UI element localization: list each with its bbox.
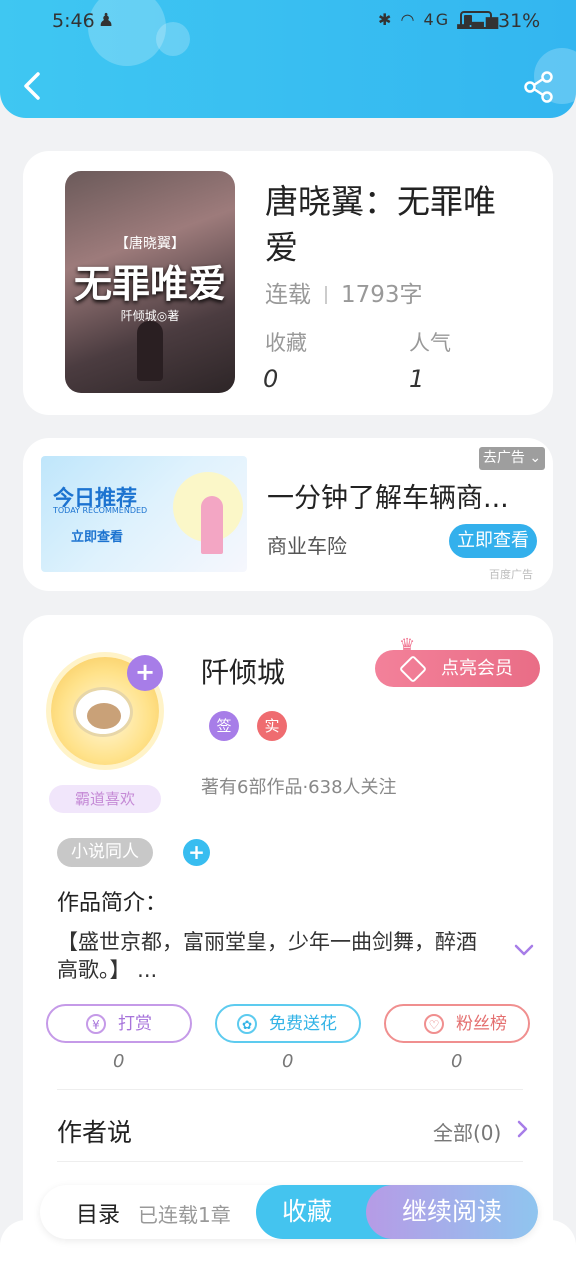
fan-count: 0 [451, 1051, 463, 1072]
vip-button[interactable]: 点亮会员 [375, 650, 540, 687]
author-name[interactable]: 阡倾城 [201, 651, 285, 691]
divider [57, 1089, 523, 1090]
book-title: 唐晓翼：无罪唯爱 [265, 182, 496, 267]
verified-badge: 实 [257, 711, 287, 741]
ad-card[interactable]: 今日推荐 TODAY RECOMMENDED 立即查看 一分钟了解车辆商... … [23, 438, 553, 591]
vip-button-label: 点亮会员 [441, 658, 513, 679]
intro-text: 【盛世京都，富丽堂皇，少年一曲剑舞，醉酒高歌。】 ... [57, 930, 477, 982]
divider [325, 286, 327, 304]
qq-icon: ♟ [98, 10, 115, 31]
send-flower-button[interactable]: ✿ 免费送花 [215, 1004, 361, 1043]
header: 5:46 ♟ ✱ ◠ 4G ▂▃▅ 31% [0, 0, 576, 118]
flower-icon: ✿ [237, 1014, 257, 1034]
book-info-card: 【唐晓翼】 无罪唯爱 阡倾城◎著 唐晓翼：无罪唯爱 连载 1793字 收藏 0 人… [23, 151, 553, 415]
popularity-value: 1 [409, 365, 425, 393]
reward-count: 0 [113, 1051, 125, 1072]
collect-value: 0 [263, 365, 279, 393]
author-stats: 著有6部作品·638人关注 [201, 777, 397, 798]
ad-image[interactable]: 今日推荐 TODAY RECOMMENDED 立即查看 [41, 456, 247, 572]
category-chip[interactable]: 小说同人 [57, 838, 153, 867]
follow-plus-icon[interactable]: + [127, 655, 163, 691]
add-tag-icon[interactable]: + [183, 839, 210, 866]
book-word-count: 1793字 [341, 282, 423, 308]
reward-button[interactable]: ¥ 打赏 [46, 1004, 192, 1043]
ad-source: 百度广告 [489, 568, 533, 581]
battery-level: 31% [498, 10, 541, 32]
network-type: 4G [423, 10, 451, 29]
ad-image-subtitle: TODAY RECOMMENDED [53, 506, 148, 515]
send-flower-label: 免费送花 [269, 1014, 337, 1034]
fan-rank-button[interactable]: ♡ 粉丝榜 [384, 1004, 530, 1043]
continue-reading-button[interactable]: 继续阅读 [366, 1185, 538, 1239]
book-status: 连载 [265, 282, 311, 308]
expand-chevron-icon[interactable] [513, 941, 535, 959]
chapter-count: 已连载1章 [138, 1203, 231, 1227]
divider [57, 1161, 523, 1162]
remove-ad-button[interactable]: 去广告 ⌄ [479, 447, 545, 470]
yen-icon: ¥ [86, 1014, 106, 1034]
chevron-right-icon[interactable] [515, 1119, 529, 1139]
cover-tag: 【唐晓翼】 [115, 236, 185, 252]
share-icon[interactable] [522, 70, 556, 104]
flower-count: 0 [282, 1051, 294, 1072]
avatar-face [87, 703, 121, 729]
book-cover[interactable]: 【唐晓翼】 无罪唯爱 阡倾城◎著 [65, 171, 235, 393]
signed-badge: 签 [209, 711, 239, 741]
back-icon[interactable] [18, 68, 48, 104]
reading-nav: 目录 已连载1章 收藏 继续阅读 [40, 1185, 538, 1239]
collect-label: 收藏 [265, 331, 307, 355]
author-says-title: 作者说 [57, 1118, 133, 1147]
intro-title: 作品简介： [57, 891, 168, 916]
ad-image-figure [201, 496, 223, 554]
ad-image-cta: 立即查看 [71, 530, 124, 545]
book-meta: 连载 1793字 [265, 275, 423, 309]
popularity-label: 人气 [409, 331, 451, 355]
author-medal: 霸道喜欢 [49, 785, 161, 813]
author-says-all-link[interactable]: 全部(0) [433, 1117, 501, 1146]
remove-ad-label: 去广告 [482, 450, 525, 466]
reward-label: 打赏 [118, 1014, 152, 1034]
author-card: + 霸道喜欢 阡倾城 ♛ 点亮会员 签 实 著有6部作品·638人关注 小说同人… [23, 615, 553, 1280]
status-time: 5:46 [52, 10, 95, 32]
chevron-down-icon: ⌄ [529, 450, 542, 466]
cover-figure [137, 321, 163, 381]
diamond-icon [398, 654, 428, 684]
fan-icon: ♡ [424, 1014, 444, 1034]
status-bar: 5:46 ♟ ✱ ◠ 4G ▂▃▅ 31% [0, 8, 576, 36]
cover-title: 无罪唯爱 [73, 261, 226, 306]
catalog-button[interactable]: 目录 [76, 1197, 120, 1229]
ad-subtitle: 商业车险 [267, 534, 347, 558]
ad-cta-button[interactable]: 立即查看 [449, 524, 537, 558]
fan-rank-label: 粉丝榜 [456, 1014, 507, 1034]
battery-icon [460, 11, 492, 29]
ad-title: 一分钟了解车辆商... [267, 483, 509, 514]
